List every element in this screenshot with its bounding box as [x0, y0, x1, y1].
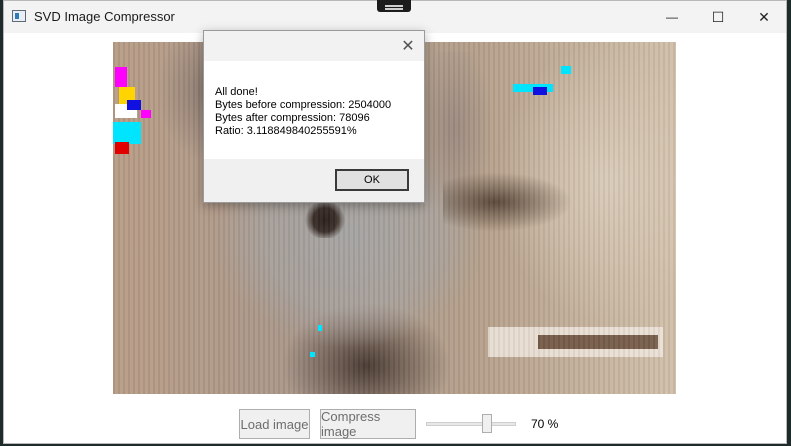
message-line-bytes-before: Bytes before compression: 2504000 — [215, 99, 392, 111]
dialog-title-bar[interactable]: ✕ — [204, 31, 424, 61]
close-icon: ✕ — [758, 8, 770, 25]
message-dialog: ✕ All done! Bytes before compression: 25… — [203, 30, 425, 203]
dialog-footer: OK — [204, 159, 424, 202]
app-icon — [12, 10, 26, 22]
quality-slider-track[interactable] — [426, 422, 516, 426]
close-button[interactable]: ✕ — [741, 1, 787, 33]
compress-image-label: Compress image — [321, 409, 381, 439]
color-artifact — [141, 110, 151, 118]
color-artifact — [561, 66, 571, 74]
maximize-icon: ☐ — [711, 8, 725, 25]
color-artifact — [113, 122, 141, 144]
dialog-message: All done! Bytes before compression: 2504… — [215, 86, 391, 138]
color-artifact — [318, 325, 322, 331]
maximize-button[interactable]: ☐ — [695, 1, 741, 33]
color-artifact — [310, 352, 315, 357]
color-artifact — [533, 87, 547, 95]
minimize-icon: — — [666, 10, 678, 24]
compress-image-button[interactable]: Compress image — [320, 409, 416, 439]
close-icon: ✕ — [401, 38, 415, 55]
color-artifact — [115, 67, 127, 87]
dialog-close-button[interactable]: ✕ — [398, 36, 418, 56]
color-artifact — [115, 142, 129, 154]
message-line-bytes-after: Bytes after compression: 78096 — [215, 112, 370, 124]
message-line-status: All done! — [215, 86, 258, 98]
load-image-label: Load image — [240, 416, 309, 432]
message-line-ratio: Ratio: 3.118849840255591% — [215, 125, 357, 137]
quality-slider-thumb[interactable] — [482, 414, 492, 433]
quality-value: 70 % — [531, 417, 559, 431]
snap-layout-handle[interactable] — [377, 0, 411, 12]
ok-label: OK — [364, 174, 380, 186]
window-title: SVD Image Compressor — [34, 9, 175, 24]
load-image-button[interactable]: Load image — [239, 409, 310, 439]
dialog-body: All done! Bytes before compression: 2504… — [204, 61, 424, 159]
minimize-button[interactable]: — — [649, 1, 695, 33]
ok-button[interactable]: OK — [335, 169, 409, 191]
color-artifact — [127, 100, 141, 110]
